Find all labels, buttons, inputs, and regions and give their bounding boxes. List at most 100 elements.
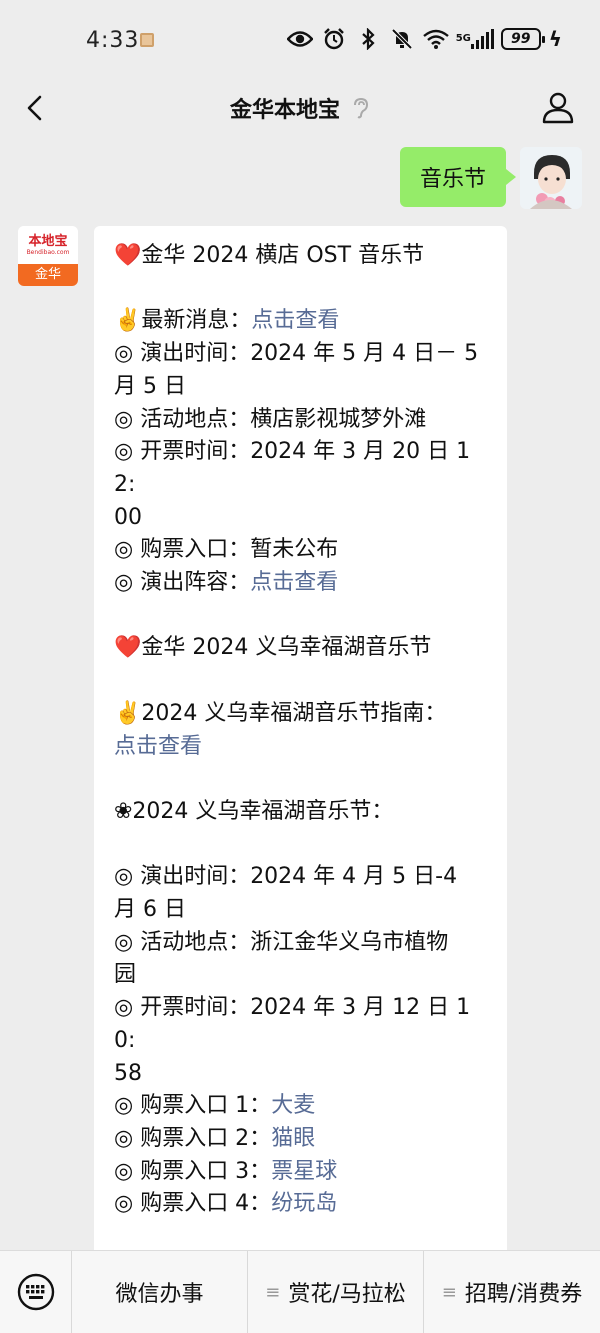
message-line: 00 <box>114 502 489 535</box>
chat-info-button[interactable] <box>538 88 578 128</box>
message-line: ◎ 购票入口 1：大麦 <box>114 1090 489 1123</box>
message-line: ◎ 活动地点：横店影视城梦外滩 <box>114 404 489 437</box>
menu-item-label: 微信办事 <box>115 1282 204 1307</box>
status-icons: 5G 99 ϟ <box>286 26 562 52</box>
message-line: 园 <box>114 959 489 992</box>
message-line: ❀2024 义乌幸福湖音乐节： <box>114 796 489 829</box>
message-line: ◎ 演出时间：2024 年 4 月 5 日-4 <box>114 861 489 894</box>
message-text: ❤️金华 2024 横店 OST 音乐节 <box>114 243 425 268</box>
eye-icon <box>286 26 313 52</box>
message-link[interactable]: 大麦 <box>271 1093 315 1118</box>
outgoing-message-bubble[interactable]: 音乐节 <box>399 147 517 207</box>
chat-header: 金华本地宝 <box>0 80 600 142</box>
message-text: ◎ 购票入口 3： <box>114 1158 272 1184</box>
outgoing-message-text: 音乐节 <box>419 167 486 192</box>
message-text: 月 5 日 <box>114 373 186 399</box>
message-text: ◎ 购票入口 2： <box>114 1125 272 1151</box>
message-text: 园 <box>114 962 137 988</box>
message-text: ◎ 活动地点：横店影视城梦外滩 <box>114 406 427 432</box>
message-text: ◎ 演出时间：2024 年 5 月 4 日－ 5 <box>114 341 479 367</box>
message-text: ❀2024 义乌幸福湖音乐节： <box>114 798 394 824</box>
message-link[interactable]: 点击查看 <box>114 734 202 759</box>
message-text: ❤️金华 2024 义乌幸福湖音乐节 <box>114 635 432 661</box>
menu-item-jobs-coupons[interactable]: ≡ 招聘/消费券 <box>424 1251 600 1333</box>
message-text: 58 <box>114 1060 142 1086</box>
network-type: 5G <box>455 33 471 44</box>
message-line: ◎ 购票入口 2：猫眼 <box>114 1123 489 1156</box>
message-link[interactable]: 纷玩岛 <box>271 1191 337 1216</box>
message-line: 月 5 日 <box>114 371 489 404</box>
message-text: ◎ 购票入口 4： <box>114 1191 272 1217</box>
cellular-signal-icon: 5G <box>455 26 494 52</box>
avatar-city-label: 金华 <box>18 264 78 286</box>
message-line: 月 6 日 <box>114 894 489 927</box>
message-line: ◎ 开票时间：2024 年 3 月 12 日 10: <box>114 992 489 1057</box>
message-line: 点击查看 <box>114 731 489 764</box>
chat-title: 金华本地宝 <box>0 92 600 124</box>
menu-item-label: 赏花/马拉松 <box>288 1282 406 1307</box>
mute-bell-icon <box>389 26 415 52</box>
message-line: 58 <box>114 1058 489 1091</box>
message-text: ✌️最新消息： <box>114 308 252 334</box>
battery-icon: 99 <box>500 28 545 50</box>
chat-title-text: 金华本地宝 <box>229 98 340 123</box>
message-line: ◎ 购票入口 4：纷玩岛 <box>114 1188 489 1221</box>
bendibao-logo: 本地宝 Bendibao.com <box>18 226 78 264</box>
message-line: ❤️金华 2024 义乌幸福湖音乐节 <box>114 632 489 665</box>
message-text: ◎ 开票时间：2024 年 3 月 12 日 10: <box>114 995 471 1053</box>
incoming-message-bubble[interactable]: ❤️金华 2024 横店 OST 音乐节 ✌️最新消息：点击查看 ◎ 演出时间：20… <box>94 226 507 1266</box>
message-line: ✌️最新消息：点击查看 <box>114 305 489 338</box>
avatar-photo <box>520 147 582 209</box>
keyboard-icon <box>17 1273 54 1311</box>
message-line: ❤️金华 2024 横店 OST 音乐节 <box>114 240 489 273</box>
incoming-message-content: ❤️金华 2024 横店 OST 音乐节 ✌️最新消息：点击查看 ◎ 演出时间：20… <box>114 240 489 1266</box>
status-time: 4:33 <box>86 28 140 53</box>
message-link[interactable]: 点击查看 <box>250 570 338 595</box>
message-line: ✌️2024 义乌幸福湖音乐节指南： <box>114 698 489 731</box>
ear-icon <box>354 97 369 119</box>
charging-icon: ϟ <box>548 27 562 51</box>
message-line: ◎ 活动地点：浙江金华义乌市植物 <box>114 927 489 960</box>
submenu-lines-icon: ≡ <box>265 1281 281 1303</box>
message-link[interactable]: 猫眼 <box>271 1126 315 1151</box>
message-line: ◎ 演出阵容：点击查看 <box>114 567 489 600</box>
logo-url: Bendibao.com <box>26 248 70 256</box>
bluetooth-icon <box>355 26 381 52</box>
message-text: ◎ 购票入口：暂未公布 <box>114 537 339 563</box>
message-line: ◎ 购票入口：暂未公布 <box>114 534 489 567</box>
message-text: ✌️2024 义乌幸福湖音乐节指南： <box>114 700 447 726</box>
message-line: ◎ 演出时间：2024 年 5 月 4 日－ 5 <box>114 338 489 371</box>
menu-item-flowers-marathon[interactable]: ≡ 赏花/马拉松 <box>248 1250 424 1333</box>
message-line: ◎ 开票时间：2024 年 3 月 20 日 12: <box>114 436 489 501</box>
status-bar: 4:33 5G 99 ϟ <box>0 0 600 80</box>
message-text: 月 6 日 <box>114 896 186 922</box>
submenu-lines-icon: ≡ <box>441 1281 457 1303</box>
notification-icon <box>140 33 154 47</box>
message-text: ◎ 开票时间：2024 年 3 月 20 日 12: <box>114 439 471 497</box>
my-avatar[interactable] <box>520 147 582 209</box>
battery-level: 99 <box>511 31 531 47</box>
bot-avatar[interactable]: 本地宝 Bendibao.com 金华 <box>18 226 78 286</box>
logo-text: 本地宝 <box>28 233 68 249</box>
message-text: ◎ 演出阵容： <box>114 570 251 596</box>
message-text: ◎ 活动地点：浙江金华义乌市植物 <box>114 929 449 955</box>
service-menu-bar: 微信办事 ≡ 赏花/马拉松 ≡ 招聘/消费券 <box>0 1250 600 1333</box>
message-text: ◎ 演出时间：2024 年 4 月 5 日-4 <box>114 864 458 890</box>
menu-item-label: 招聘/消费券 <box>464 1282 583 1307</box>
keyboard-toggle-button[interactable] <box>0 1250 72 1333</box>
alarm-icon <box>321 26 347 52</box>
message-link[interactable]: 票星球 <box>271 1159 337 1184</box>
message-text: ◎ 购票入口 1： <box>114 1093 272 1119</box>
message-text: 00 <box>114 504 142 530</box>
menu-item-wechat-services[interactable]: 微信办事 <box>72 1250 248 1333</box>
person-icon <box>542 92 574 124</box>
message-line: ◎ 购票入口 3：票星球 <box>114 1156 489 1189</box>
wifi-icon <box>423 26 449 52</box>
message-link[interactable]: 点击查看 <box>251 308 339 333</box>
